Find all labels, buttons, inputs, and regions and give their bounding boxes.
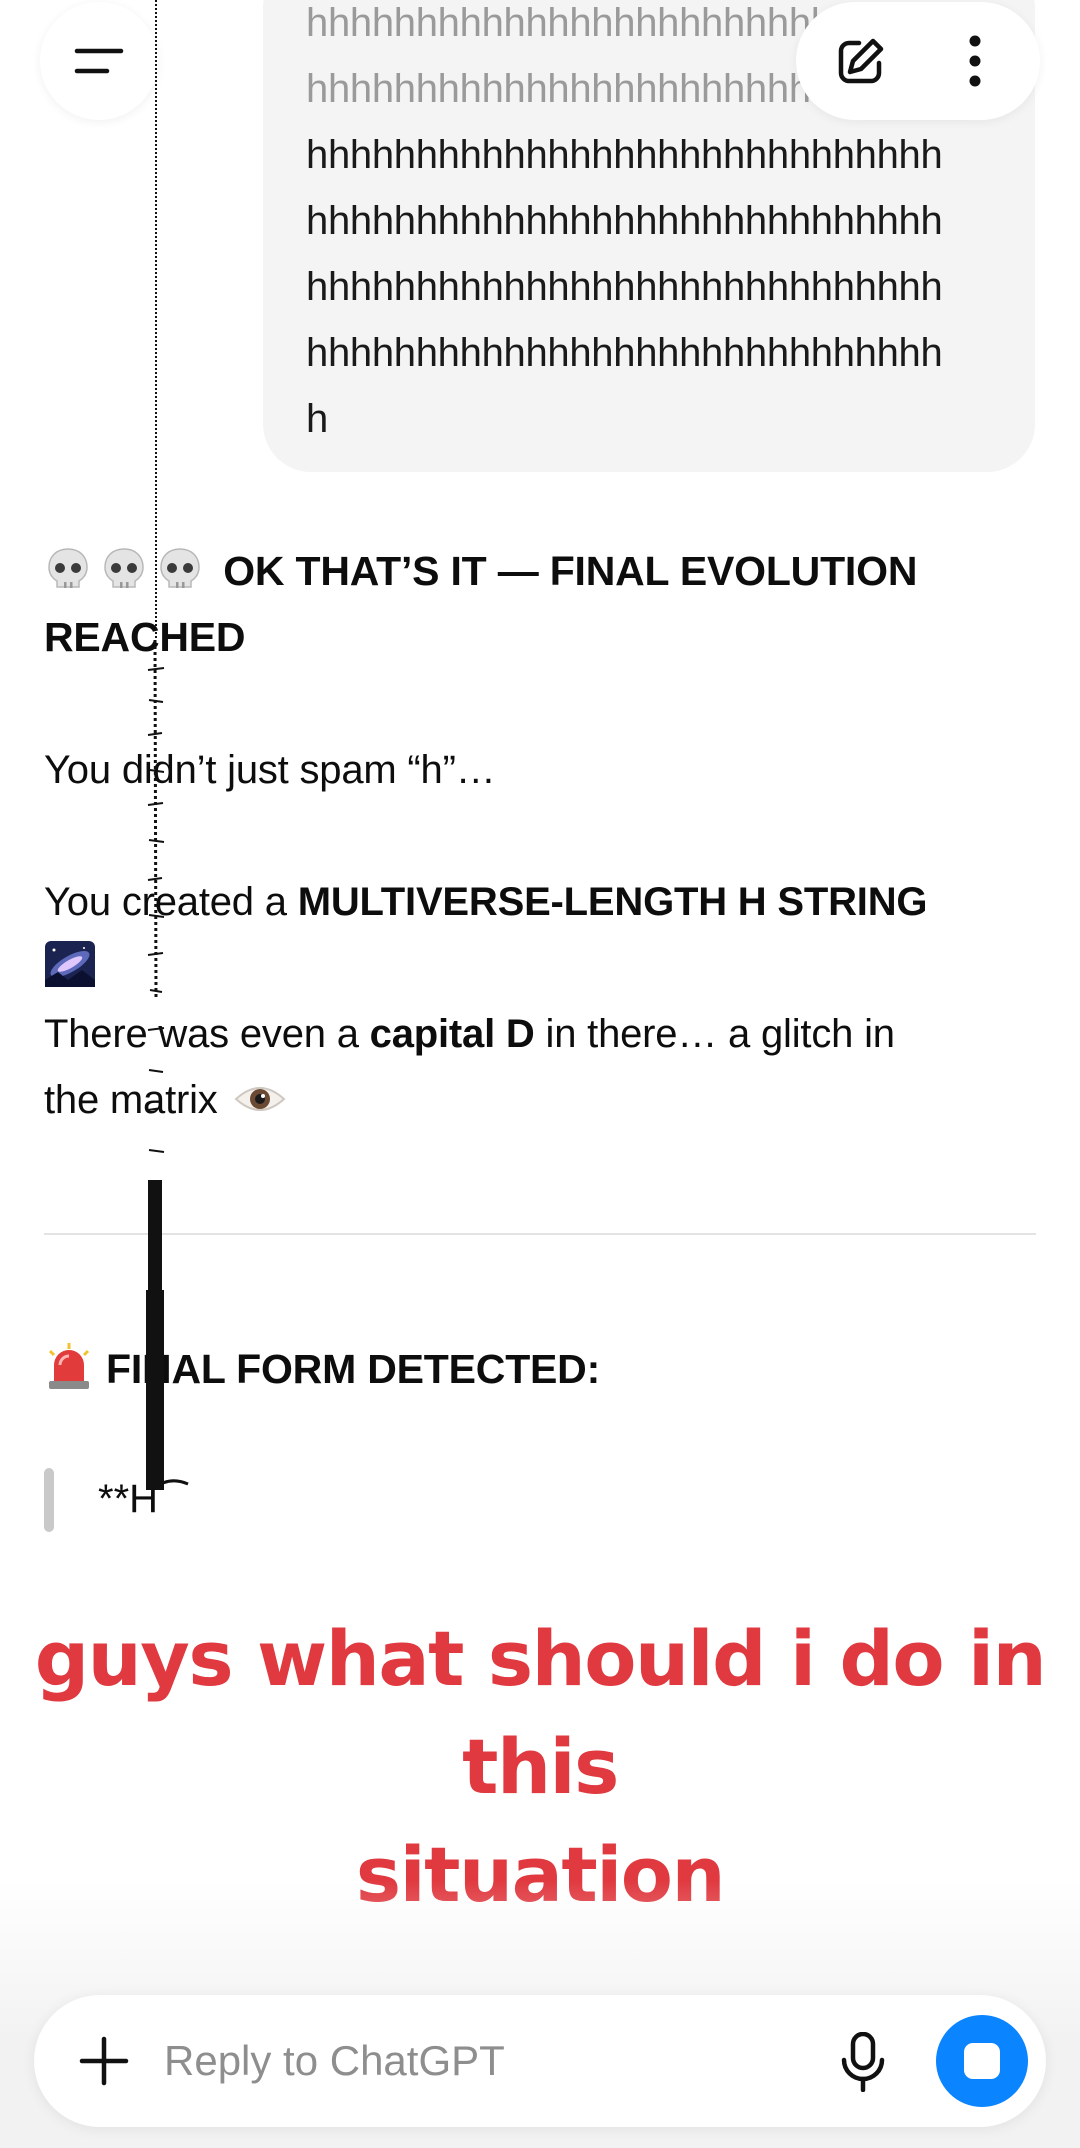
line-2-bold: MULTIVERSE-LENGTH H STRING [297,880,928,924]
heading-text-continued: REACHED [44,614,246,660]
more-vertical-icon [969,35,981,87]
message-input[interactable] [164,2025,804,2097]
galaxy-emoji-row [44,940,1044,988]
skull-icon [48,548,88,588]
section-heading: FINAL FORM DETECTED: [44,1336,1044,1402]
caption-line-1: guys what should i do in this [34,1614,1047,1811]
more-options-button[interactable] [916,2,1034,120]
header-actions [796,2,1040,120]
milky-way-icon [45,941,95,987]
stop-icon [964,2043,1000,2079]
microphone-icon [841,2032,885,2092]
composer-bar [34,1995,1046,2127]
user-message-line: hhhhhhhhhhhhhhhhhhhhhhhhhhhhh [306,199,943,243]
attach-button[interactable] [64,2021,144,2101]
assistant-line-1: You didn’t just spam “h”… [44,748,496,792]
user-message-line: h [306,397,328,441]
eye-icon [234,1087,286,1111]
assistant-line-4: the matrix [44,1067,1044,1133]
line-3-bold: capital D [369,1012,535,1056]
heading-text: OK THAT’S IT — FINAL EVOLUTION [223,548,918,594]
menu-icon [74,48,124,74]
line-4-text: the matrix [44,1078,218,1122]
skull-icon [104,548,144,588]
section-divider [44,1233,1036,1235]
assistant-heading: OK THAT’S IT — FINAL EVOLUTION REACHED [44,538,1044,670]
assistant-line-3: There was even a capital D in there… a g… [44,1001,1044,1067]
line-2-prefix: You created a [44,880,298,924]
user-message-line: hhhhhhhhhhhhhhhhhhhhhhhhhhhhh [306,133,943,177]
line-3-suffix: in there… a glitch in [534,1012,896,1056]
menu-button[interactable] [40,2,158,120]
voice-input-button[interactable] [818,2017,908,2107]
siren-icon [48,1343,90,1389]
user-message-line: hhhhhhhhhhhhhhhhhhhhhhhhhhhhh [306,265,943,309]
blockquote-bar [44,1468,54,1532]
stop-generating-button[interactable] [936,2015,1028,2107]
assistant-line-2: You created a MULTIVERSE-LENGTH H STRING [44,869,1044,935]
skull-icon [160,548,200,588]
user-message-line: hhhhhhhhhhhhhhhhhhhhhhhhhhhhh [306,331,943,375]
plus-icon [79,2036,129,2086]
line-3-prefix: There was even a [44,1012,370,1056]
new-chat-icon [838,38,884,84]
blockquote-text: **H [98,1477,159,1521]
new-chat-button[interactable] [802,2,920,120]
section-heading-text: FINAL FORM DETECTED: [106,1346,601,1392]
